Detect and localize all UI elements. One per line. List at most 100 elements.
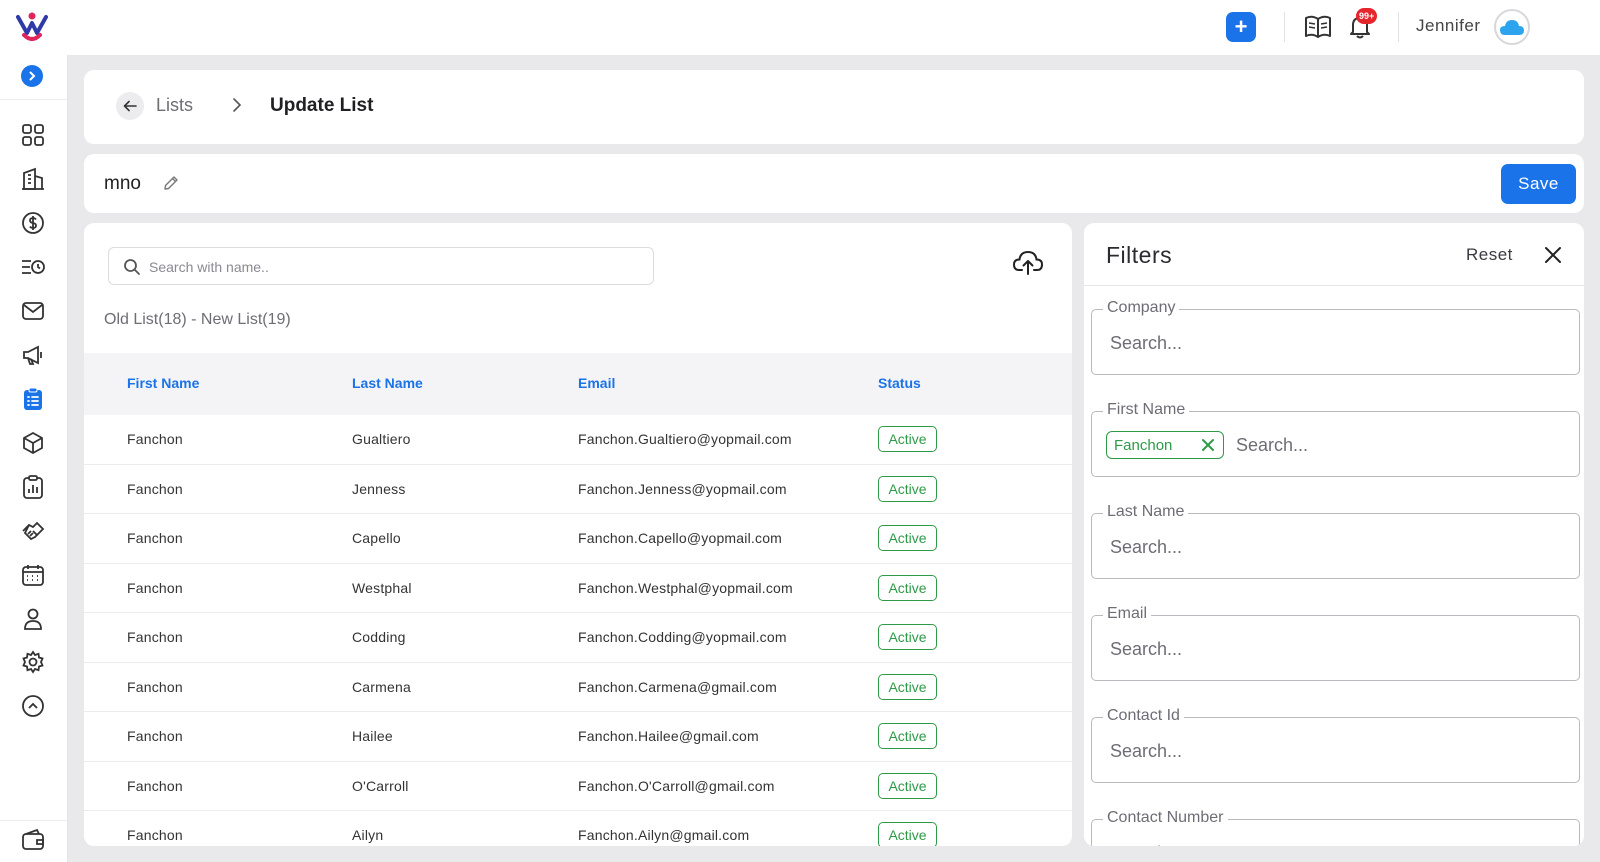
sidebar-item-finance[interactable] [20, 210, 46, 236]
sidebar-item-dashboard[interactable] [20, 122, 46, 148]
report-icon [23, 475, 43, 499]
sidebar [0, 55, 68, 862]
page-title: Update List [270, 95, 374, 116]
table-row[interactable]: Fanchon Carmena Fanchon.Carmena@gmail.co… [84, 663, 1072, 712]
sidebar-item-deals[interactable] [20, 518, 46, 544]
sidebar-item-mail[interactable] [20, 298, 46, 324]
handshake-icon [22, 521, 45, 541]
chevron-right-icon [29, 71, 36, 81]
email-cell: Fanchon.Westphal@yopmail.com [578, 579, 793, 596]
sidebar-item-reports[interactable] [20, 474, 46, 500]
email-cell: Fanchon.Codding@yopmail.com [578, 629, 787, 645]
search-input[interactable] [149, 256, 639, 278]
gear-icon [22, 650, 44, 674]
company-filter[interactable]: Company [1091, 299, 1580, 375]
last-name-filter[interactable]: Last Name [1091, 503, 1580, 579]
email-cell: Fanchon.Ailyn@gmail.com [578, 827, 750, 843]
contacts-table-panel: Old List(18) - New List(19) First Name L… [84, 223, 1072, 846]
last-name-cell: O'Carroll [352, 777, 409, 794]
status-badge: Active [878, 673, 937, 700]
status-badge: Active [878, 475, 937, 502]
divider [1398, 12, 1399, 42]
last-name-cell: Hailee [352, 728, 393, 744]
list-clock-icon [22, 260, 45, 274]
filter-chip[interactable]: Fanchon [1106, 431, 1224, 459]
user-name[interactable]: Jennifer [1416, 16, 1480, 36]
status-badge: Active [878, 772, 937, 799]
email-cell: Fanchon.Capello@yopmail.com [578, 530, 783, 546]
last-name-search-input[interactable] [1110, 535, 1330, 559]
column-header-last-name[interactable]: Last Name [352, 375, 423, 391]
email-cell: Fanchon.Hailee@gmail.com [578, 728, 759, 744]
list-count-summary: Old List(18) - New List(19) [104, 311, 291, 328]
table-row[interactable]: Fanchon Jenness Fanchon.Jenness@yopmail.… [84, 465, 1072, 514]
breadcrumb-lists-link[interactable]: Lists [156, 95, 193, 116]
add-new-label: + [1234, 14, 1248, 39]
user-icon [24, 608, 42, 630]
first-name-search-input[interactable] [1236, 433, 1456, 457]
email-cell: Fanchon.Jenness@yopmail.com [578, 480, 787, 497]
table-row[interactable]: Fanchon Gualtiero Fanchon.Gualtiero@yopm… [84, 415, 1072, 465]
sidebar-item-companies[interactable] [20, 166, 46, 192]
sidebar-item-products[interactable] [20, 430, 46, 456]
company-filter-label: Company [1103, 299, 1180, 317]
table-row[interactable]: Fanchon Capello Fanchon.Capello@yopmail.… [84, 514, 1072, 564]
arrow-left-icon [123, 100, 137, 112]
table-row[interactable]: Fanchon O'Carroll Fanchon.O'Carroll@gmai… [84, 762, 1072, 811]
filters-panel: Filters Reset Company First Name Fanchon… [1084, 223, 1584, 846]
save-button[interactable]: Save [1501, 164, 1576, 204]
contact-id-search-input[interactable] [1110, 739, 1330, 763]
sidebar-item-contacts[interactable] [20, 606, 46, 632]
wallet-icon [22, 828, 44, 850]
first-name-cell: Fanchon [127, 431, 183, 447]
sidebar-item-campaigns[interactable] [20, 342, 46, 368]
first-name-cell: Fanchon [127, 728, 183, 744]
sidebar-item-calendar[interactable] [20, 562, 46, 588]
sidebar-item-settings[interactable] [20, 649, 46, 675]
breadcrumb: Lists Update List [84, 70, 1584, 144]
first-name-filter[interactable]: First Name Fanchon [1091, 401, 1580, 477]
email-search-input[interactable] [1110, 637, 1330, 661]
sidebar-item-wallet[interactable] [20, 827, 46, 853]
avatar[interactable] [1494, 9, 1530, 45]
sidebar-expand-button[interactable] [21, 65, 43, 87]
reset-button[interactable]: Reset [1466, 245, 1513, 265]
table-row[interactable]: Fanchon Westphal Fanchon.Westphal@yopmai… [84, 564, 1072, 613]
notification-count: 99+ [1359, 11, 1375, 21]
first-name-cell: Fanchon [127, 480, 183, 497]
sidebar-divider [0, 99, 68, 100]
close-icon[interactable] [1201, 438, 1215, 452]
add-new-button[interactable]: + [1226, 12, 1256, 42]
building-icon [22, 167, 44, 190]
contact-number-search-input[interactable] [1110, 841, 1330, 846]
column-header-status[interactable]: Status [878, 375, 921, 391]
column-header-first-name[interactable]: First Name [127, 375, 199, 391]
sidebar-item-collapse[interactable] [20, 693, 46, 719]
first-name-filter-label: First Name [1103, 401, 1190, 419]
contact-id-filter[interactable]: Contact Id [1091, 707, 1580, 783]
book-icon[interactable] [1304, 14, 1332, 40]
table-row[interactable]: Fanchon Codding Fanchon.Codding@yopmail.… [84, 613, 1072, 663]
contact-id-filter-label: Contact Id [1103, 707, 1184, 725]
email-cell: Fanchon.O'Carroll@gmail.com [578, 777, 775, 794]
sidebar-item-activities[interactable] [20, 254, 46, 280]
contact-number-filter[interactable]: Contact Number [1091, 809, 1580, 846]
notification-badge: 99+ [1356, 8, 1378, 24]
email-filter[interactable]: Email [1091, 605, 1580, 681]
app-logo[interactable] [14, 9, 50, 45]
status-badge: Active [878, 525, 937, 551]
cloud-upload-icon[interactable] [1012, 246, 1044, 278]
last-name-cell: Westphal [352, 579, 412, 596]
divider [1284, 12, 1285, 42]
close-icon[interactable] [1542, 244, 1564, 266]
pencil-icon[interactable] [162, 174, 180, 192]
table-row[interactable]: Fanchon Ailyn Fanchon.Ailyn@gmail.com Ac… [84, 811, 1072, 846]
company-search-input[interactable] [1110, 331, 1330, 355]
table-row[interactable]: Fanchon Hailee Fanchon.Hailee@gmail.com … [84, 712, 1072, 762]
back-button[interactable] [116, 92, 144, 120]
sidebar-item-lists[interactable] [20, 386, 46, 412]
column-header-email[interactable]: Email [578, 375, 615, 391]
last-name-cell: Codding [352, 629, 406, 645]
search-field[interactable] [108, 247, 654, 285]
first-name-cell: Fanchon [127, 827, 183, 843]
